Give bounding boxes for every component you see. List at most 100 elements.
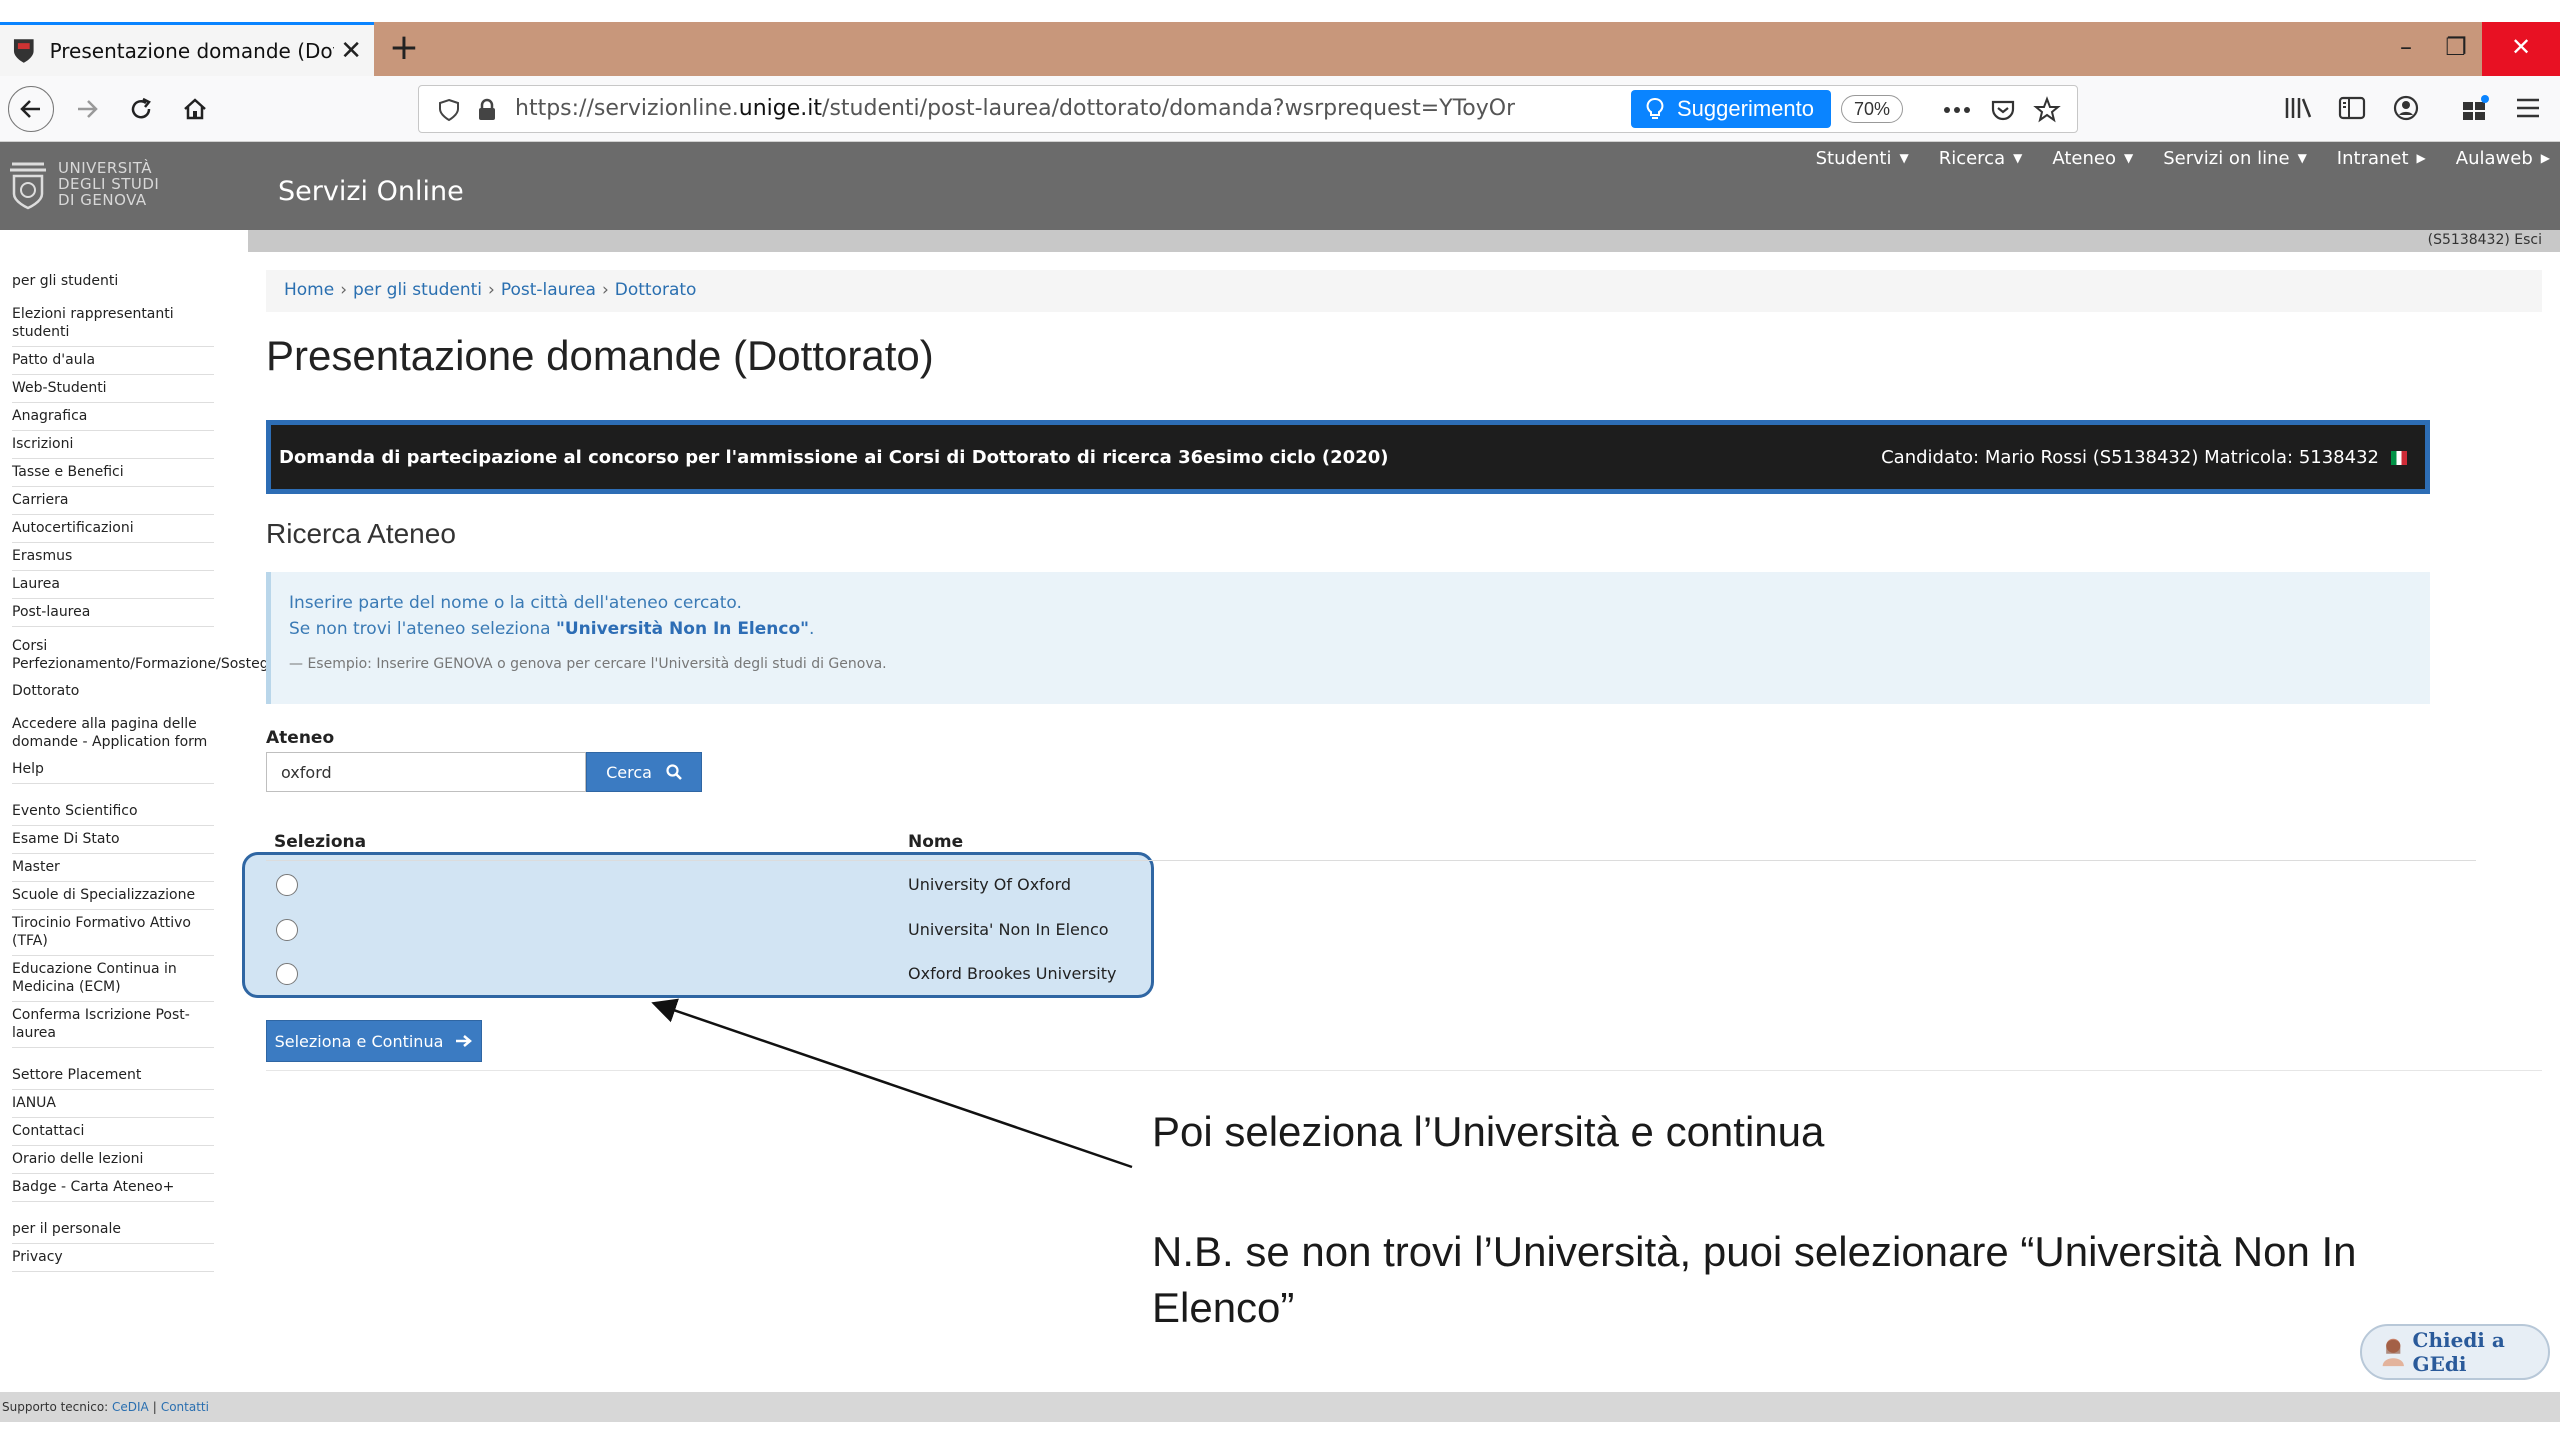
page-title: Presentazione domande (Dottorato): [266, 332, 934, 379]
sidebar-item-patto-aula[interactable]: Patto d'aula: [12, 347, 214, 375]
suggestion-label: Suggerimento: [1677, 96, 1814, 121]
sidebar-item-autocertificazioni[interactable]: Autocertificazioni: [12, 515, 214, 543]
breadcrumb-studenti[interactable]: per gli studenti: [353, 280, 482, 300]
extensions-icon[interactable]: [2456, 88, 2496, 128]
menu-ricerca[interactable]: Ricerca ▼: [1939, 148, 2023, 169]
column-header-seleziona: Seleziona: [274, 832, 367, 852]
top-menu: Studenti ▼ Ricerca ▼ Ateneo ▼ Servizi on li…: [1786, 148, 2550, 169]
sidebar-item-scuole-specializzazione[interactable]: Scuole di Specializzazione: [12, 882, 214, 910]
bookmark-star-icon[interactable]: [2031, 94, 2063, 126]
breadcrumb-dottorato[interactable]: Dottorato: [615, 280, 697, 300]
sidebar-item-web-studenti[interactable]: Web-Studenti: [12, 375, 214, 403]
sidebar-icon[interactable]: [2332, 88, 2372, 128]
caret-right-icon: ▶: [2416, 151, 2426, 165]
footer-link-cedia[interactable]: CeDIA: [112, 1400, 149, 1414]
site-title[interactable]: Servizi Online: [278, 176, 464, 207]
sidebar-item-esame-di-stato[interactable]: Esame Di Stato: [12, 826, 214, 854]
sidebar-item-orario-lezioni[interactable]: Orario delle lezioni: [12, 1146, 214, 1174]
back-icon[interactable]: [8, 86, 54, 132]
sidebar-item-application-form[interactable]: Accedere alla pagina delle domande - App…: [12, 705, 214, 756]
sidebar-item-master[interactable]: Master: [12, 854, 214, 882]
menu-intranet[interactable]: Intranet ▶: [2337, 148, 2426, 169]
sidebar-item-badge[interactable]: Badge - Carta Ateneo+: [12, 1174, 214, 1202]
seleziona-continua-button[interactable]: Seleziona e Continua: [266, 1020, 482, 1062]
sidebar-item-carriera[interactable]: Carriera: [12, 487, 214, 515]
sidebar-item-conferma-iscrizione[interactable]: Conferma Iscrizione Post-laurea: [12, 1002, 214, 1048]
sidebar-item-tfa[interactable]: Tirocinio Formativo Attivo (TFA): [12, 910, 214, 956]
section-title: Ricerca Ateneo: [266, 518, 456, 549]
sidebar-item-dottorato[interactable]: Dottorato: [12, 678, 214, 705]
university-logo[interactable]: UNIVERSITÀ DEGLI STUDI DI GENOVA: [8, 160, 159, 210]
hint-line: Inserire parte del nome o la città dell'…: [289, 593, 742, 613]
select-radio[interactable]: [276, 963, 298, 985]
sidebar-item-post-laurea[interactable]: Post-laurea: [12, 599, 214, 627]
pocket-icon[interactable]: [1987, 94, 2019, 126]
footer-link-contatti[interactable]: Contatti: [161, 1400, 209, 1414]
sidebar-item-evento-scientifico[interactable]: Evento Scientifico: [12, 798, 214, 826]
suggestion-button[interactable]: Suggerimento: [1631, 90, 1831, 128]
ateneo-search-input[interactable]: [266, 752, 586, 792]
caret-down-icon: ▼: [2013, 151, 2023, 165]
window-close-icon[interactable]: ✕: [2482, 22, 2560, 76]
more-actions-icon[interactable]: [1941, 94, 1973, 126]
header-divider: [266, 860, 2476, 861]
url-text[interactable]: https://servizionline.unige.it/studenti/…: [515, 96, 1515, 121]
lock-icon[interactable]: [471, 94, 503, 126]
forward-icon[interactable]: [64, 86, 110, 132]
hint-box: Inserire parte del nome o la città dell'…: [266, 572, 2430, 704]
table-row[interactable]: Universita' Non In Elenco: [266, 909, 1166, 953]
restore-icon[interactable]: ❐: [2430, 22, 2482, 76]
sidebar: per gli studenti Elezioni rappresentanti…: [12, 268, 286, 1272]
menu-ateneo[interactable]: Ateneo ▼: [2052, 148, 2133, 169]
home-icon[interactable]: [172, 86, 218, 132]
window-bottom-strip: [0, 1422, 2560, 1440]
tab-title: Presentazione domande (Dotto: [49, 38, 335, 63]
minimize-icon[interactable]: –: [2380, 22, 2432, 76]
zoom-badge[interactable]: 70%: [1841, 95, 1903, 123]
table-row[interactable]: Oxford Brookes University: [266, 953, 1166, 997]
select-radio[interactable]: [276, 919, 298, 941]
sidebar-item-ecm[interactable]: Educazione Continua in Medicina (ECM): [12, 956, 214, 1002]
tab-close-icon[interactable]: ✕: [340, 36, 362, 66]
sidebar-item-elezioni[interactable]: Elezioni rappresentanti studenti: [12, 301, 214, 347]
university-name: Oxford Brookes University: [908, 964, 1117, 983]
sidebar-item-privacy[interactable]: Privacy: [12, 1244, 214, 1272]
sidebar-item-erasmus[interactable]: Erasmus: [12, 543, 214, 571]
chat-assistant-button[interactable]: Chiedi a GEdi: [2360, 1324, 2550, 1380]
logo-text: UNIVERSITÀ DEGLI STUDI DI GENOVA: [58, 159, 160, 209]
sidebar-item-anagrafica[interactable]: Anagrafica: [12, 403, 214, 431]
menu-servizi-online[interactable]: Servizi on line ▼: [2163, 148, 2307, 169]
sidebar-item-personale[interactable]: per il personale: [12, 1216, 214, 1244]
menu-aulaweb[interactable]: Aulaweb ▶: [2456, 148, 2550, 169]
menu-studenti[interactable]: Studenti ▼: [1816, 148, 1909, 169]
footer: Supporto tecnico: CeDIA | Contatti: [0, 1392, 2560, 1422]
sidebar-item-laurea[interactable]: Laurea: [12, 571, 214, 599]
address-bar[interactable]: https://servizionline.unige.it/studenti/…: [418, 85, 2078, 133]
caret-down-icon: ▼: [1899, 151, 1909, 165]
select-radio[interactable]: [276, 874, 298, 896]
sidebar-item-iscrizioni[interactable]: Iscrizioni: [12, 431, 214, 459]
sidebar-item-settore-placement[interactable]: Settore Placement: [12, 1062, 214, 1090]
column-header-nome: Nome: [908, 832, 964, 852]
caret-down-icon: ▼: [2297, 151, 2307, 165]
sidebar-item-contattaci[interactable]: Contattaci: [12, 1118, 214, 1146]
shield-icon[interactable]: [433, 94, 465, 126]
application-info-bar: Domanda di partecipazione al concorso pe…: [266, 420, 2430, 494]
user-logout-link[interactable]: (S5138432) Esci: [2428, 232, 2542, 248]
cerca-button[interactable]: Cerca: [586, 752, 702, 792]
browser-tab[interactable]: Presentazione domande (Dotto ✕: [0, 22, 374, 76]
breadcrumb-home[interactable]: Home: [284, 280, 334, 300]
table-row[interactable]: University Of Oxford: [266, 864, 1166, 908]
reload-icon[interactable]: [118, 86, 164, 132]
annotation-note: N.B. se non trovi l’Università, puoi sel…: [1152, 1228, 2357, 1331]
new-tab-button[interactable]: +: [384, 28, 424, 68]
account-icon[interactable]: [2386, 88, 2426, 128]
breadcrumb-post-laurea[interactable]: Post-laurea: [501, 280, 596, 300]
arrow-right-icon: [456, 1035, 473, 1047]
sidebar-item-corsi-perfezionamento[interactable]: Corsi Perfezionamento/Formazione/Sostegn…: [12, 627, 286, 678]
sidebar-item-tasse[interactable]: Tasse e Benefici: [12, 459, 214, 487]
menu-icon[interactable]: [2508, 88, 2548, 128]
library-icon[interactable]: [2278, 88, 2318, 128]
sidebar-item-help[interactable]: Help: [12, 756, 214, 784]
sidebar-item-ianua[interactable]: IANUA: [12, 1090, 214, 1118]
